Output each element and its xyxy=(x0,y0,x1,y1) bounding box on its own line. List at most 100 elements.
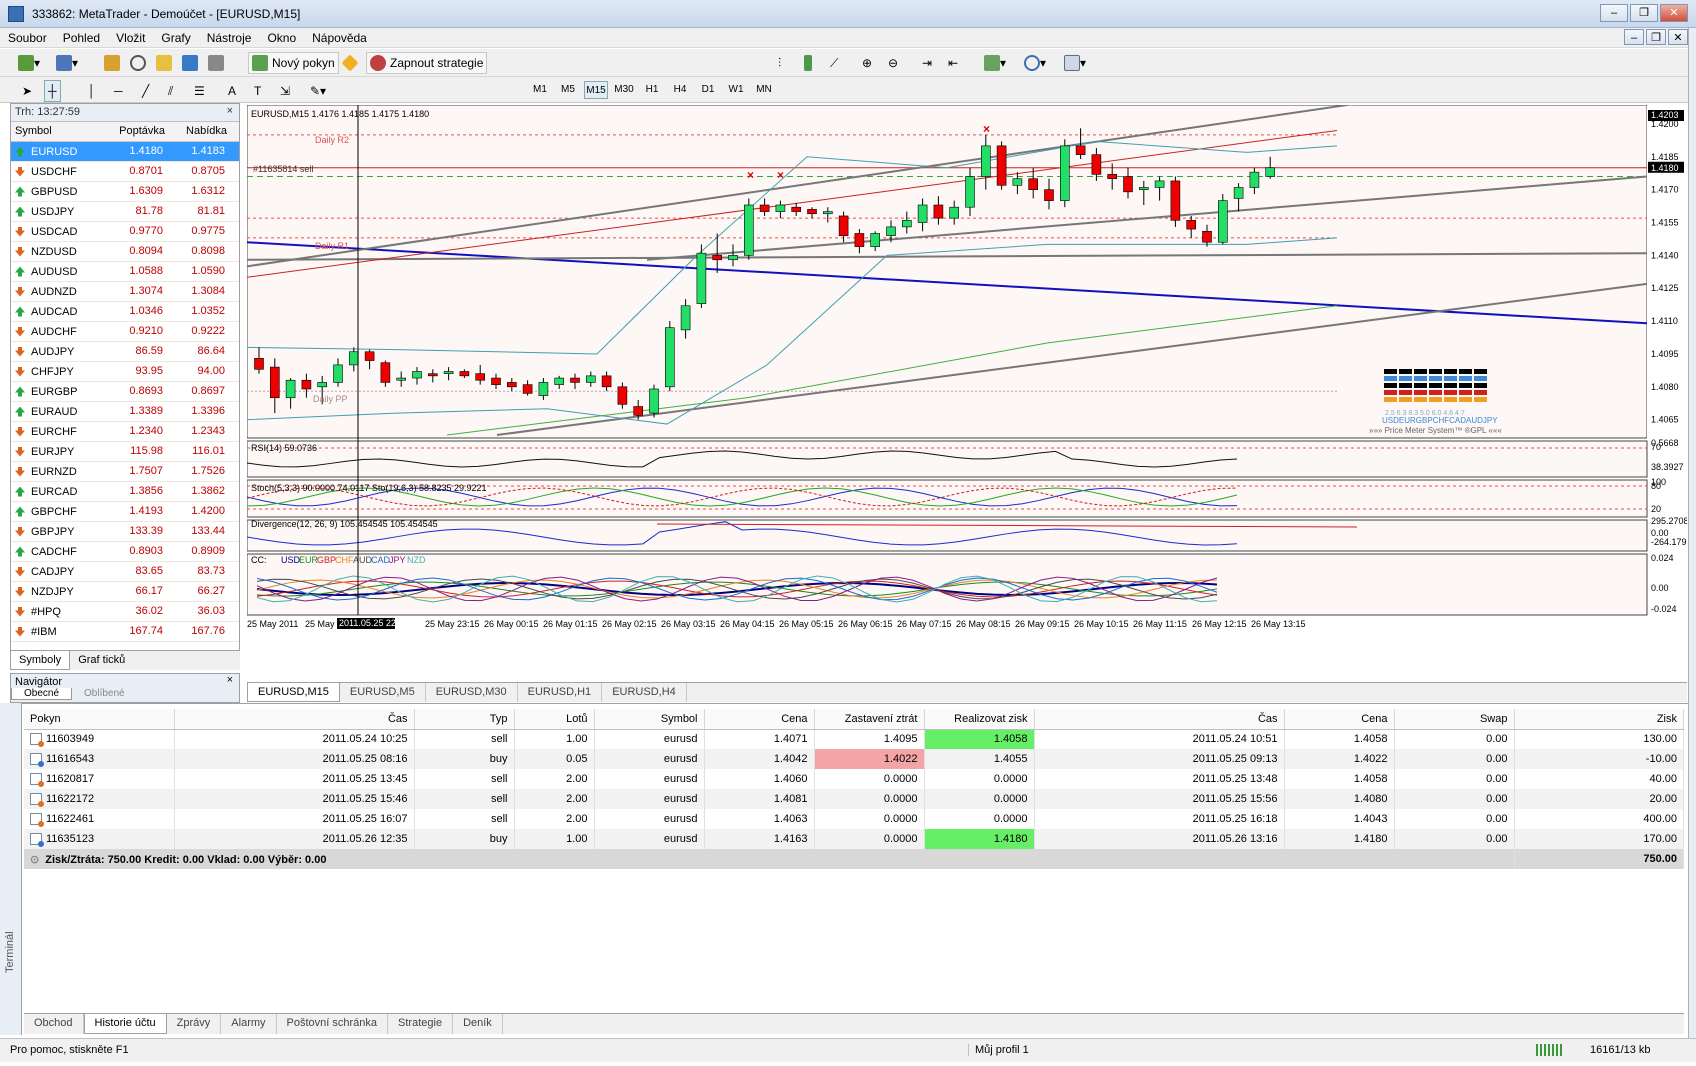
table-row[interactable]: 11620817 2011.05.25 13:45 sell 2.00 eurusd 1.… xyxy=(24,769,1684,789)
menu-tools[interactable]: Nástroje xyxy=(199,28,260,48)
menu-window[interactable]: Okno xyxy=(259,28,304,48)
terminal-icon[interactable] xyxy=(178,52,202,74)
mdi-minimize-button[interactable]: – xyxy=(1624,29,1644,45)
tab-general[interactable]: Obecné xyxy=(11,688,73,700)
tf-d1-button[interactable]: D1 xyxy=(696,81,720,99)
vertical-line-icon[interactable]: │ xyxy=(84,80,100,102)
text-label-icon[interactable]: T xyxy=(250,80,265,102)
table-row[interactable]: 11616543 2011.05.25 08:16 buy 0.05 eurusd 1.4… xyxy=(24,749,1684,769)
market-watch-row[interactable]: #HPQ 36.02 36.03 xyxy=(11,602,239,622)
close-icon[interactable]: × xyxy=(227,674,233,686)
arrows-icon[interactable]: ⇲ xyxy=(276,80,294,102)
col-order[interactable]: Pokyn xyxy=(24,709,175,730)
market-watch-row[interactable]: USDJPY 81.78 81.81 xyxy=(11,202,239,222)
table-row[interactable]: 11622172 2011.05.25 15:46 sell 2.00 eurusd 1.… xyxy=(24,789,1684,809)
navigator-icon[interactable] xyxy=(152,52,176,74)
col-type[interactable]: Typ xyxy=(414,709,515,730)
market-watch-row[interactable]: CHFJPY 93.95 94.00 xyxy=(11,362,239,382)
tab-chart-m30[interactable]: EURUSD,M30 xyxy=(426,683,518,702)
periods-icon[interactable]: ▾ xyxy=(1020,52,1050,74)
market-watch-row[interactable]: EURJPY 115.98 116.01 xyxy=(11,442,239,462)
market-watch-icon[interactable] xyxy=(100,52,124,74)
market-watch-row[interactable]: CADJPY 83.65 83.73 xyxy=(11,562,239,582)
chart-window[interactable]: × × × EURUSD,M15 1.4176 1.4185 1.4175 1.418… xyxy=(247,105,1687,675)
menu-view[interactable]: Pohled xyxy=(55,28,108,48)
terminal-tab[interactable]: Strategie xyxy=(388,1014,454,1034)
mdi-restore-button[interactable]: ❐ xyxy=(1646,29,1666,45)
market-watch-row[interactable]: AUDJPY 86.59 86.64 xyxy=(11,342,239,362)
market-watch-row[interactable]: AUDNZD 1.3074 1.3084 xyxy=(11,282,239,302)
market-watch-row[interactable]: NZDJPY 66.17 66.27 xyxy=(11,582,239,602)
indicators-icon[interactable]: ▾ xyxy=(980,52,1010,74)
tf-w1-button[interactable]: W1 xyxy=(724,81,748,99)
tf-mn-button[interactable]: MN xyxy=(752,81,776,99)
metaeditor-icon[interactable] xyxy=(340,52,360,74)
col-close-time[interactable]: Čas xyxy=(1034,709,1285,730)
tf-m15-button[interactable]: M15 xyxy=(584,81,608,99)
minimize-button[interactable]: – xyxy=(1600,4,1628,22)
tf-m30-button[interactable]: M30 xyxy=(612,81,636,99)
table-row[interactable]: 11603949 2011.05.24 10:25 sell 1.00 eurusd 1.… xyxy=(24,729,1684,749)
market-watch-row[interactable]: NZDUSD 0.8094 0.8098 xyxy=(11,242,239,262)
market-watch-row[interactable]: GBPUSD 1.6309 1.6312 xyxy=(11,182,239,202)
market-watch-row[interactable]: CADCHF 0.8903 0.8909 xyxy=(11,542,239,562)
fibonacci-icon[interactable]: ☰ xyxy=(190,80,209,102)
market-watch-row[interactable]: AUDCHF 0.9210 0.9222 xyxy=(11,322,239,342)
terminal-tab[interactable]: Alarmy xyxy=(221,1014,277,1034)
terminal-tab[interactable]: Poštovní schránka xyxy=(277,1014,389,1034)
market-watch-row[interactable]: GBPCHF 1.4193 1.4200 xyxy=(11,502,239,522)
tf-m5-button[interactable]: M5 xyxy=(556,81,580,99)
channel-icon[interactable]: ⫽ xyxy=(164,80,177,102)
menu-charts[interactable]: Grafy xyxy=(153,28,198,48)
tab-chart-h1[interactable]: EURUSD,H1 xyxy=(518,683,603,702)
profiles-icon[interactable]: ▾ xyxy=(52,52,82,74)
market-watch-row[interactable]: EURCAD 1.3856 1.3862 xyxy=(11,482,239,502)
table-row[interactable]: 11622461 2011.05.25 16:07 sell 2.00 eurusd 1.… xyxy=(24,809,1684,829)
line-chart-icon[interactable]: ⟋ xyxy=(826,52,842,74)
chart-shift-icon[interactable]: ⇤ xyxy=(944,52,962,74)
col-symbol[interactable]: Symbol xyxy=(11,122,107,141)
table-row[interactable]: 11635123 2011.05.26 12:35 buy 1.00 eurusd 1.4… xyxy=(24,829,1684,849)
market-watch-row[interactable]: AUDUSD 1.0588 1.0590 xyxy=(11,262,239,282)
col-lots[interactable]: Lotů xyxy=(514,709,595,730)
crosshair-icon[interactable]: ┼ xyxy=(44,80,61,102)
zoom-out-icon[interactable]: ⊖ xyxy=(884,52,902,74)
zoom-in-icon[interactable]: ⊕ xyxy=(858,52,876,74)
text-icon[interactable]: A xyxy=(224,80,240,102)
col-take-profit[interactable]: Realizovat zisk xyxy=(924,709,1035,730)
new-chart-icon[interactable]: ▾ xyxy=(14,52,44,74)
col-open-price[interactable]: Cena xyxy=(704,709,815,730)
candlestick-icon[interactable] xyxy=(800,52,816,74)
menu-file[interactable]: Soubor xyxy=(0,28,55,48)
market-watch-row[interactable]: EURUSD 1.4180 1.4183 xyxy=(11,142,239,162)
terminal-tab[interactable]: Deník xyxy=(453,1014,503,1034)
col-open-time[interactable]: Čas xyxy=(174,709,415,730)
auto-trading-button[interactable]: Zapnout strategie xyxy=(366,52,488,74)
menu-insert[interactable]: Vložit xyxy=(108,28,153,48)
market-watch-row[interactable]: EURNZD 1.7507 1.7526 xyxy=(11,462,239,482)
bar-chart-icon[interactable]: ⫶ xyxy=(774,52,785,74)
col-stop-loss[interactable]: Zastavení ztrát xyxy=(814,709,925,730)
menu-help[interactable]: Nápověda xyxy=(304,28,375,48)
col-swap[interactable]: Swap xyxy=(1394,709,1515,730)
tab-chart-m15[interactable]: EURUSD,M15 xyxy=(247,683,340,702)
tf-h1-button[interactable]: H1 xyxy=(640,81,664,99)
market-watch-row[interactable]: EURCHF 1.2340 1.2343 xyxy=(11,422,239,442)
tab-symbols[interactable]: Symboly xyxy=(10,651,71,670)
data-window-icon[interactable] xyxy=(126,52,150,74)
cursor-icon[interactable]: ➤ xyxy=(18,80,36,102)
tf-m1-button[interactable]: M1 xyxy=(528,81,552,99)
status-profile[interactable]: Můj profil 1 xyxy=(968,1044,1029,1056)
tab-favorites[interactable]: Oblíbené xyxy=(72,688,137,700)
close-icon[interactable]: × xyxy=(227,105,233,117)
col-close-price[interactable]: Cena xyxy=(1284,709,1395,730)
trendline-icon[interactable]: ╱ xyxy=(138,80,153,102)
strategy-tester-icon[interactable] xyxy=(204,52,228,74)
col-bid[interactable]: Poptávka xyxy=(107,122,169,141)
market-watch-row[interactable]: AUDCAD 1.0346 1.0352 xyxy=(11,302,239,322)
shapes-icon[interactable]: ✎▾ xyxy=(306,80,330,102)
tab-chart-m5[interactable]: EURUSD,M5 xyxy=(340,683,426,702)
chart-canvas[interactable]: × × × EURUSD,M15 1.4176 1.4185 1.4175 1.418… xyxy=(247,105,1687,675)
col-ask[interactable]: Nabídka xyxy=(169,122,231,141)
mdi-close-button[interactable]: ✕ xyxy=(1668,29,1688,45)
